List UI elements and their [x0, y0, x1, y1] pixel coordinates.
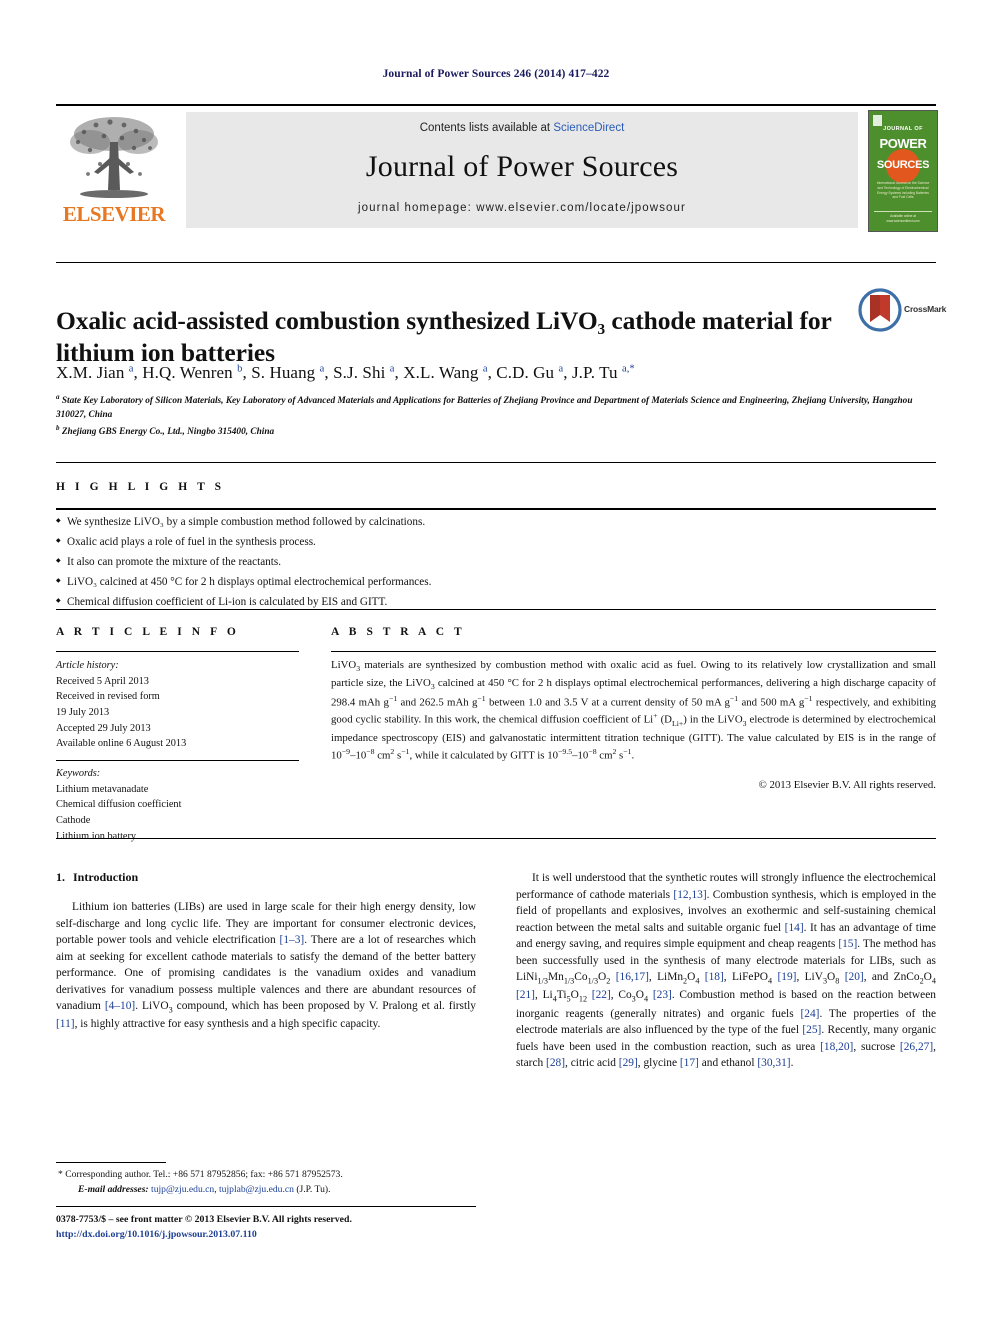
- masthead-bottom-rule: [56, 262, 936, 263]
- keyword-item: Lithium metavanadate: [56, 783, 149, 795]
- page-title: Oxalic acid-assisted combustion synthesi…: [56, 306, 832, 368]
- contents-prefix: Contents lists available at: [419, 122, 554, 134]
- cover-line-1: JOURNAL OF: [883, 126, 923, 132]
- keyword-item: Cathode: [56, 814, 91, 826]
- body-column-left: 1. Introduction Lithium ion batteries (LI…: [56, 870, 476, 1033]
- article-history-item: 19 July 2013: [56, 706, 110, 718]
- section-title: Introduction: [73, 870, 139, 884]
- sciencedirect-banner: Contents lists available at ScienceDirec…: [186, 112, 858, 228]
- corresponding-author-footnote: * Corresponding author. Tel.: +86 571 87…: [56, 1168, 476, 1198]
- corresponding-author-line: * Corresponding author. Tel.: +86 571 87…: [56, 1168, 476, 1183]
- cover-line-3: SOURCES: [876, 159, 930, 171]
- abstract-heading: A B S T R A C T: [331, 626, 466, 638]
- article-history-label: Article history:: [56, 660, 119, 671]
- elsevier-tree-icon: [64, 112, 164, 204]
- keywords-rule: [56, 760, 299, 761]
- contents-available-text: Contents lists available at ScienceDirec…: [186, 122, 858, 134]
- intro-paragraph-right: It is well understood that the synthetic…: [516, 872, 936, 1070]
- abstract-rule: [331, 651, 936, 652]
- keyword-item: Chemical diffusion coefficient: [56, 799, 182, 811]
- sciencedirect-link[interactable]: ScienceDirect: [553, 122, 624, 134]
- highlight-item: LiVO₃ calcined at 450 °C for 2 h display…: [56, 573, 936, 593]
- journal-cover-thumbnail: JOURNAL OF POWER SOURCES International J…: [868, 110, 938, 232]
- journal-homepage-link[interactable]: journal homepage: www.elsevier.com/locat…: [186, 202, 858, 214]
- crossmark-icon: [858, 288, 902, 332]
- abstract-text: LiVO3 materials are synthesized by combu…: [331, 659, 937, 762]
- email-link-2[interactable]: tujplab@zju.edu.cn: [219, 1184, 294, 1195]
- corresponding-author-text: Corresponding author. Tel.: +86 571 8795…: [65, 1169, 343, 1180]
- email-line: E-mail addresses: tujp@zju.edu.cn, tujpl…: [56, 1183, 476, 1198]
- affiliation-a-text: State Key Laboratory of Silicon Material…: [56, 396, 913, 421]
- article-history-item: Received 5 April 2013: [56, 675, 149, 687]
- crossmark-label: CrossMark: [904, 304, 947, 314]
- highlight-item: It also can promote the mixture of the r…: [56, 553, 936, 573]
- email-link-1[interactable]: tujp@zju.edu.cn: [151, 1184, 214, 1195]
- section-heading-introduction: 1. Introduction: [56, 870, 476, 885]
- footer-block: 0378-7753/$ – see front matter © 2013 El…: [56, 1213, 516, 1242]
- abstract-bottom-rule: [56, 838, 936, 839]
- highlights-heading: H I G H L I G H T S: [56, 481, 225, 493]
- article-page: Journal of Power Sources 246 (2014) 417–…: [0, 0, 992, 1323]
- email-suffix: (J.P. Tu).: [296, 1183, 331, 1195]
- body-column-right: It is well understood that the synthetic…: [516, 870, 936, 1072]
- footnote-rule: [56, 1162, 166, 1163]
- keywords-block: Keywords: Lithium metavanadate Chemical …: [56, 766, 306, 844]
- cover-footer: Available online at www.sciencedirect.co…: [874, 211, 932, 224]
- cover-subtitle: International Journal on the Science and…: [876, 181, 930, 200]
- running-head: Journal of Power Sources 246 (2014) 417–…: [382, 68, 610, 80]
- intro-paragraph-left: Lithium ion batteries (LIBs) are used in…: [56, 901, 476, 1031]
- email-label: E-mail addresses:: [78, 1183, 149, 1195]
- affiliations: a State Key Laboratory of Silicon Materi…: [56, 392, 936, 440]
- highlights-list: We synthesize LiVO₃ by a simple combusti…: [56, 513, 936, 613]
- journal-masthead: ELSEVIER Contents lists available at Sci…: [56, 104, 938, 234]
- article-history-item: Accepted 29 July 2013: [56, 722, 151, 734]
- affiliation-b: b Zhejiang GBS Energy Co., Ltd., Ningbo …: [56, 423, 275, 438]
- doi-link[interactable]: http://dx.doi.org/10.1016/j.jpowsour.201…: [56, 1228, 516, 1243]
- article-history-item: Available online 6 August 2013: [56, 738, 187, 750]
- elsevier-logo: ELSEVIER: [56, 112, 174, 230]
- abstract-copyright: © 2013 Elsevier B.V. All rights reserved…: [758, 779, 936, 791]
- footnote-marker: *: [58, 1169, 63, 1180]
- article-history: Article history: Received 5 April 2013 R…: [56, 658, 306, 752]
- section-number: 1.: [56, 870, 65, 884]
- keyword-item: Lithium ion battery: [56, 830, 137, 842]
- author-list: X.M. Jian a, H.Q. Wenren b, S. Huang a, …: [56, 363, 635, 382]
- affiliation-a: a State Key Laboratory of Silicon Materi…: [56, 393, 913, 421]
- cover-elsevier-icon: [873, 115, 882, 126]
- article-info-rule: [56, 651, 299, 652]
- highlight-item: Oxalic acid plays a role of fuel in the …: [56, 533, 936, 553]
- highlights-bottom-rule: [56, 609, 936, 610]
- issn-line: 0378-7753/$ – see front matter © 2013 El…: [56, 1214, 352, 1225]
- affiliation-b-text: Zhejiang GBS Energy Co., Ltd., Ningbo 31…: [61, 427, 275, 438]
- article-info-heading: A R T I C L E I N F O: [56, 626, 240, 638]
- crossmark-badge[interactable]: CrossMark: [858, 288, 947, 334]
- journal-title: Journal of Power Sources: [365, 150, 679, 183]
- authors-bottom-rule: [56, 462, 936, 463]
- cover-line-2: POWER: [879, 136, 927, 151]
- highlight-item: We synthesize LiVO₃ by a simple combusti…: [56, 513, 936, 533]
- article-history-item: Received in revised form: [56, 691, 160, 703]
- cover-background: JOURNAL OF POWER SOURCES International J…: [869, 111, 937, 231]
- keywords-label: Keywords:: [56, 768, 101, 779]
- highlights-rule: [56, 508, 936, 510]
- elsevier-wordmark: ELSEVIER: [62, 202, 166, 226]
- footer-rule: [56, 1206, 476, 1207]
